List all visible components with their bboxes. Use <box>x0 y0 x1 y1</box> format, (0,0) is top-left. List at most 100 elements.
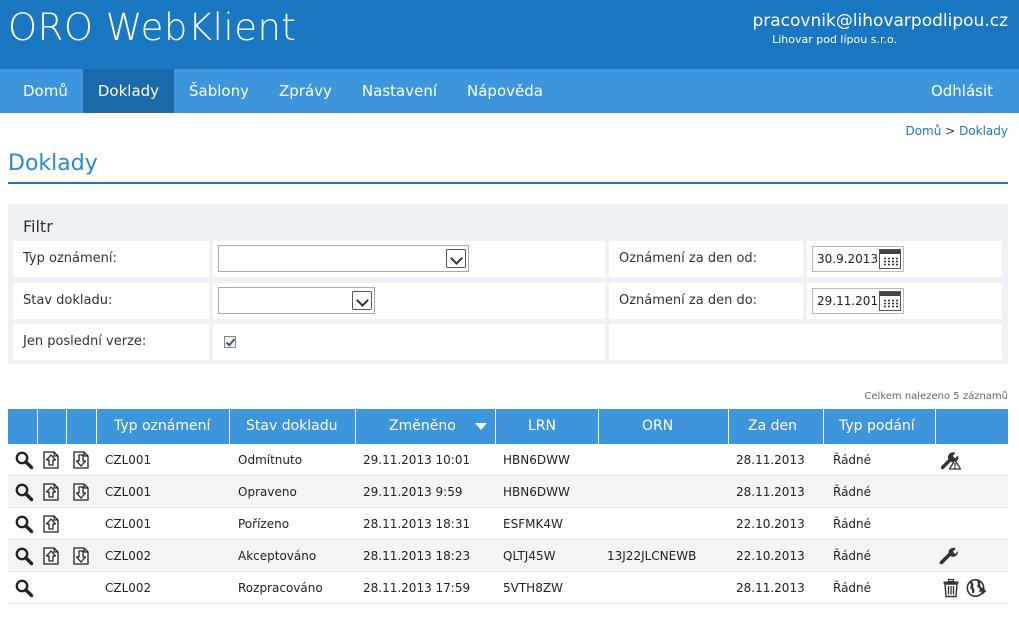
app-header: ORO WebKlient pracovnik@lihovarpodlipou.… <box>0 0 1019 69</box>
table-body: CZL001 Odmítnuto 29.11.2013 10:01 HBN6DWW 28… <box>8 444 1008 604</box>
breadcrumb: Domů > Doklady <box>905 124 1008 138</box>
calendar-icon[interactable] <box>879 291 901 311</box>
download-icon[interactable] <box>71 450 91 470</box>
header-action-2 <box>38 409 67 444</box>
wrench-warning-icon[interactable] <box>940 450 962 470</box>
breadcrumb-current-link[interactable]: Doklady <box>959 124 1008 138</box>
cell-typ-podani: Řádné <box>833 517 872 531</box>
search-icon[interactable] <box>14 514 34 534</box>
den-do-label-cell: Oznámení za den do: <box>609 283 803 319</box>
logout-button[interactable]: Odhlásit <box>916 69 1019 113</box>
typ-oznameni-label-cell: Typ oznámení: <box>13 241 209 277</box>
header-za-den[interactable]: Za den <box>729 409 824 444</box>
cell-zmeneno: 28.11.2013 18:31 <box>363 517 471 531</box>
header-action-1 <box>8 409 38 444</box>
upload-icon[interactable] <box>41 546 61 566</box>
documents-table: Typ oznámení Stav dokladu Změněno LRN OR… <box>8 409 1008 604</box>
main-nav: Domů Doklady Šablony Zprávy Nastavení Ná… <box>0 69 1019 113</box>
breadcrumb-separator: > <box>945 124 956 138</box>
cell-stav-dokladu: Pořízeno <box>238 517 290 531</box>
cell-za-den: 28.11.2013 <box>736 453 805 467</box>
den-do-value: 29.11.2013 <box>817 294 886 308</box>
title-divider <box>8 182 1008 184</box>
upload-icon[interactable] <box>41 482 61 502</box>
cell-stav-dokladu: Akceptováno <box>238 549 317 563</box>
den-od-value: 30.9.2013 <box>817 252 879 266</box>
header-lrn[interactable]: LRN <box>496 409 599 444</box>
page-title: Doklady <box>8 151 98 176</box>
cell-typ-podani: Řádné <box>833 453 872 467</box>
app-title: ORO WebKlient <box>8 6 297 49</box>
sort-desc-icon <box>475 423 487 430</box>
header-zmeneno-label: Změněno <box>389 418 456 434</box>
search-icon[interactable] <box>14 578 34 598</box>
header-typ-podani[interactable]: Typ podání <box>824 409 936 444</box>
header-zmeneno[interactable]: Změněno <box>356 409 496 444</box>
jen-posledni-label: Jen poslední verze: <box>23 334 147 349</box>
den-do-label: Oznámení za den do: <box>619 293 758 308</box>
stav-dokladu-label: Stav dokladu: <box>23 293 113 308</box>
download-icon[interactable] <box>71 546 91 566</box>
cell-typ-podani: Řádné <box>833 549 872 563</box>
cell-lrn: HBN6DWW <box>503 453 570 467</box>
search-icon[interactable] <box>14 482 34 502</box>
jen-posledni-checkbox[interactable] <box>224 336 236 348</box>
table-row: CZL001 Pořízeno 28.11.2013 18:31 ESFMK4W 22.… <box>8 508 1008 540</box>
table-row: CZL002 Akceptováno 28.11.2013 18:23 QLTJ45W… <box>8 540 1008 572</box>
header-typ-oznameni[interactable]: Typ oznámení <box>97 409 230 444</box>
cell-lrn: 5VTH8ZW <box>503 581 563 595</box>
download-icon[interactable] <box>71 482 91 502</box>
den-do-input-cell: 29.11.2013 <box>807 283 1002 319</box>
cell-za-den: 28.11.2013 <box>736 485 805 499</box>
cell-orn: 13J22JLCNEWB <box>607 549 697 563</box>
cell-typ-oznameni: CZL001 <box>105 485 152 499</box>
typ-oznameni-select[interactable] <box>218 245 469 272</box>
nav-item-domu[interactable]: Domů <box>0 69 83 113</box>
trash-icon[interactable] <box>941 578 961 598</box>
cell-typ-oznameni: CZL002 <box>105 581 152 595</box>
results-count: Celkem nalezeno 5 záznamů <box>864 391 1008 402</box>
den-do-date-field[interactable]: 29.11.2013 <box>812 288 904 314</box>
table-row: CZL001 Odmítnuto 29.11.2013 10:01 HBN6DWW 28… <box>8 444 1008 476</box>
stav-dokladu-label-cell: Stav dokladu: <box>13 283 209 319</box>
breadcrumb-home-link[interactable]: Domů <box>905 124 941 138</box>
filter-panel: Filtr Typ oznámení: Oznámení za den od: … <box>8 204 1008 364</box>
jen-posledni-input-cell <box>213 324 605 360</box>
empty-filter-cell <box>609 324 1002 360</box>
wrench-icon[interactable] <box>939 546 959 566</box>
globe-send-icon[interactable] <box>966 578 987 598</box>
header-orn[interactable]: ORN <box>599 409 729 444</box>
nav-item-nastaveni[interactable]: Nastavení <box>347 69 452 113</box>
table-row: CZL001 Opraveno 29.11.2013 9:59 HBN6DWW 28.1… <box>8 476 1008 508</box>
cell-typ-podani: Řádné <box>833 581 872 595</box>
cell-typ-podani: Řádné <box>833 485 872 499</box>
calendar-icon[interactable] <box>879 249 901 269</box>
header-actions-right <box>936 409 1008 444</box>
nav-item-zpravy[interactable]: Zprávy <box>264 69 347 113</box>
nav-item-doklady[interactable]: Doklady <box>82 69 175 113</box>
upload-icon[interactable] <box>41 514 61 534</box>
cell-za-den: 22.10.2013 <box>736 517 805 531</box>
chevron-down-icon[interactable] <box>446 249 466 268</box>
cell-typ-oznameni: CZL001 <box>105 517 152 531</box>
upload-icon[interactable] <box>41 450 61 470</box>
nav-item-napoveda[interactable]: Nápověda <box>452 69 558 113</box>
den-od-date-field[interactable]: 30.9.2013 <box>812 246 904 272</box>
chevron-down-icon[interactable] <box>352 291 372 310</box>
typ-oznameni-input-cell <box>213 241 605 277</box>
jen-posledni-label-cell: Jen poslední verze: <box>13 324 209 360</box>
cell-zmeneno: 29.11.2013 9:59 <box>363 485 463 499</box>
stav-dokladu-select[interactable] <box>218 287 375 314</box>
header-stav-dokladu[interactable]: Stav dokladu <box>230 409 356 444</box>
cell-za-den: 22.10.2013 <box>736 549 805 563</box>
search-icon[interactable] <box>14 450 34 470</box>
den-od-label: Oznámení za den od: <box>619 251 758 266</box>
cell-stav-dokladu: Opraveno <box>238 485 297 499</box>
header-action-3 <box>67 409 97 444</box>
cell-typ-oznameni: CZL001 <box>105 453 152 467</box>
search-icon[interactable] <box>14 546 34 566</box>
nav-item-sablony[interactable]: Šablony <box>174 69 264 113</box>
table-header: Typ oznámení Stav dokladu Změněno LRN OR… <box>8 409 1008 444</box>
user-company: Lihovar pod lípou s.r.o. <box>772 33 897 46</box>
filter-title: Filtr <box>23 217 53 236</box>
